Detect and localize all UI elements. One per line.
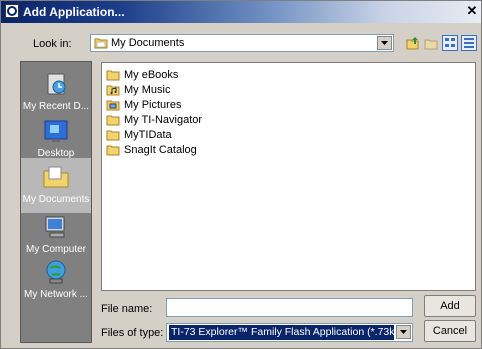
place-my-recent-documents[interactable]: My Recent D... xyxy=(21,70,91,112)
list-item[interactable]: SnagIt Catalog xyxy=(106,143,197,157)
folder-icon xyxy=(106,70,120,81)
folder-icon xyxy=(106,130,120,141)
window-title: Add Application... xyxy=(23,5,125,19)
music-folder-icon xyxy=(106,85,120,96)
list-item[interactable]: My TI-Navigator xyxy=(106,113,202,127)
place-my-documents[interactable]: My Documents xyxy=(21,158,91,213)
title-bar[interactable]: Add Application... ✕ xyxy=(1,1,481,23)
file-name-label: File name: xyxy=(101,303,153,315)
place-my-computer[interactable]: My Computer xyxy=(21,213,91,255)
look-in-label: Look in: xyxy=(33,38,72,50)
files-of-type-dropdown[interactable]: TI-73 Explorer™ Family Flash Application… xyxy=(166,323,413,342)
desktop-icon xyxy=(44,120,68,142)
add-application-dialog: Add Application... ✕ Look in: My Documen… xyxy=(0,0,482,349)
files-of-type-label: Files of type: xyxy=(101,327,164,339)
chevron-down-icon[interactable] xyxy=(396,325,411,339)
list-item[interactable]: My Music xyxy=(106,83,170,97)
look-in-value: My Documents xyxy=(111,37,185,49)
list-view-icon[interactable] xyxy=(442,35,458,51)
folder-icon xyxy=(106,145,120,156)
my-network-icon xyxy=(46,260,66,284)
look-in-dropdown[interactable]: My Documents xyxy=(90,34,394,52)
cancel-button[interactable]: Cancel xyxy=(424,320,476,342)
close-icon[interactable]: ✕ xyxy=(465,4,479,18)
places-bar: My Recent D... Desktop My Documents My C… xyxy=(20,61,92,343)
place-desktop[interactable]: Desktop xyxy=(21,117,91,159)
list-item[interactable]: My eBooks xyxy=(106,68,178,82)
my-documents-icon xyxy=(43,166,69,188)
pictures-folder-icon xyxy=(106,100,120,111)
add-button[interactable]: Add xyxy=(424,295,476,317)
place-my-network[interactable]: My Network ... xyxy=(21,258,91,300)
recent-documents-icon xyxy=(47,73,66,95)
file-list[interactable]: My eBooks My Music My Pictures My TI-Nav… xyxy=(101,62,476,291)
chevron-down-icon[interactable] xyxy=(377,36,392,50)
folder-icon xyxy=(94,38,108,49)
new-folder-icon[interactable] xyxy=(423,35,439,51)
file-name-field[interactable] xyxy=(166,298,413,317)
folder-icon xyxy=(106,115,120,126)
details-view-icon[interactable] xyxy=(461,35,477,51)
list-item[interactable]: My Pictures xyxy=(106,98,181,112)
my-computer-icon xyxy=(45,216,65,238)
list-item[interactable]: MyTIData xyxy=(106,128,172,142)
files-of-type-value: TI-73 Explorer™ Family Flash Application… xyxy=(169,325,394,340)
up-folder-icon[interactable] xyxy=(405,35,421,51)
app-icon xyxy=(5,4,19,18)
